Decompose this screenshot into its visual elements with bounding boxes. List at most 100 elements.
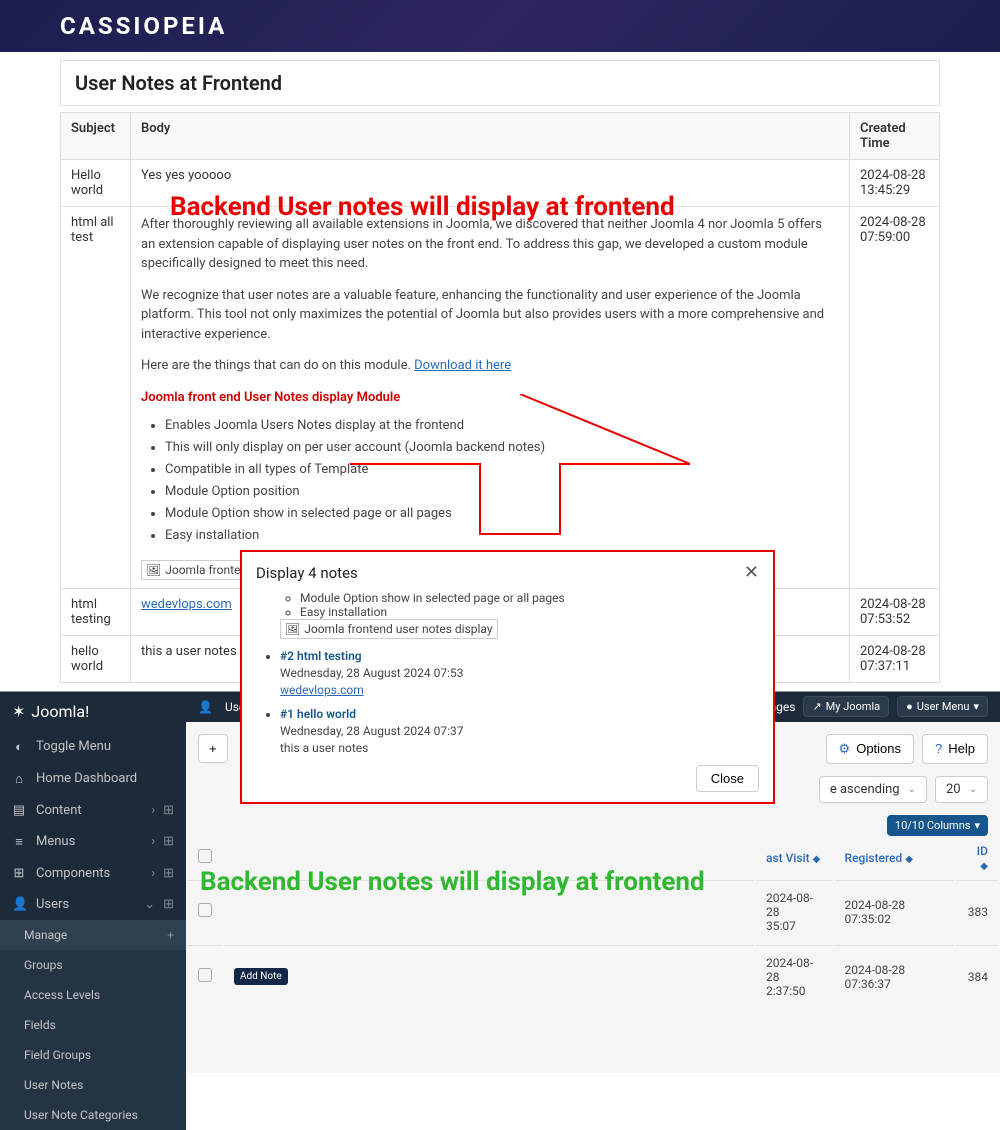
cell-subject: hello world: [61, 635, 131, 682]
chevron-down-icon: ⌄: [144, 897, 155, 912]
body-para: After thoroughly reviewing all available…: [141, 215, 839, 274]
sidebar-sub-field-groups[interactable]: Field Groups: [0, 1040, 186, 1070]
table-row: 2024-08-2835:07 2024-08-28 07:35:02 383: [188, 880, 998, 943]
list-item: Enables Joomla Users Notes display at th…: [165, 415, 839, 437]
add-note-button[interactable]: Add Note: [234, 968, 288, 985]
menus-icon: ≡: [12, 834, 26, 850]
chevron-down-icon: ▾: [973, 700, 979, 713]
sidebar-item-users[interactable]: 👤Users⌄⊞: [0, 889, 186, 920]
close-button[interactable]: Close: [696, 765, 759, 792]
col-last-visit[interactable]: ast Visit ◆: [756, 838, 833, 878]
chevron-right-icon: ›: [151, 803, 155, 818]
per-page-select[interactable]: 20⌄: [935, 776, 988, 803]
cell-last-visit: 2024-08-282:37:50: [756, 945, 833, 1008]
sidebar-sub-access-levels[interactable]: Access Levels: [0, 980, 186, 1010]
row-checkbox[interactable]: [198, 903, 212, 917]
download-link[interactable]: Download it here: [414, 358, 511, 373]
cell-created: 2024-08-28 13:45:29: [850, 160, 940, 207]
select-all-checkbox[interactable]: [198, 849, 212, 863]
note-text: this a user notes: [280, 741, 751, 755]
table-row: Hello world Yes yes yooooo 2024-08-28 13…: [61, 160, 940, 207]
cell-subject: html testing: [61, 588, 131, 635]
cell-subject: html all test: [61, 207, 131, 589]
grid-icon: ⊞: [163, 897, 174, 912]
list-item: Easy installation: [300, 605, 751, 619]
note-link[interactable]: wedevlops.com: [280, 683, 364, 697]
col-created: Created Time: [850, 113, 940, 160]
chevron-right-icon: ›: [151, 866, 155, 881]
cell-created: 2024-08-28 07:59:00: [850, 207, 940, 589]
note-date: Wednesday, 28 August 2024 07:53: [280, 666, 751, 680]
cell-registered: 2024-08-28 07:35:02: [835, 880, 955, 943]
cell-created: 2024-08-28 07:37:11: [850, 635, 940, 682]
grid-icon: ⊞: [163, 866, 174, 881]
list-item: This will only display on per user accou…: [165, 437, 839, 459]
page-title: User Notes at Frontend: [75, 71, 925, 95]
sidebar-item-components[interactable]: ⊞Components›⊞: [0, 858, 186, 889]
my-joomla-button[interactable]: ↗My Joomla: [803, 696, 889, 717]
sort-icon: ◆: [813, 854, 821, 865]
note-title: #1 hello world: [280, 707, 751, 721]
col-registered[interactable]: Registered ◆: [835, 838, 955, 878]
sidebar-sub-user-note-categories[interactable]: User Note Categories: [0, 1100, 186, 1130]
modal-header: Display 4 notes ✕: [256, 562, 759, 583]
help-button[interactable]: ?Help: [922, 734, 988, 764]
body-link[interactable]: wedevlops.com: [141, 597, 232, 612]
users-icon: 👤: [12, 897, 26, 912]
components-icon: ⊞: [12, 866, 26, 881]
cell-registered: 2024-08-28 07:36:37: [835, 945, 955, 1008]
sort-icon: ◆: [905, 854, 913, 865]
joomla-logo: ✶Joomla!: [0, 692, 186, 731]
table-row: Add Note 2024-08-282:37:50 2024-08-28 07…: [188, 945, 998, 1008]
cell-body: After thoroughly reviewing all available…: [131, 207, 850, 589]
sidebar-sub-fields[interactable]: Fields: [0, 1010, 186, 1040]
note-date: Wednesday, 28 August 2024 07:37: [280, 724, 751, 738]
sort-select[interactable]: e ascending⌄: [819, 776, 927, 803]
admin-sidebar: ✶Joomla! ◐Toggle Menu ⌂Home Dashboard ▤C…: [0, 692, 186, 1073]
body-para: Here are the things that can do on this …: [141, 356, 839, 376]
toggle-icon: ◐: [12, 739, 26, 755]
users-table: ast Visit ◆ Registered ◆ ID ◆ 2024-08-28…: [186, 836, 1000, 1010]
sidebar-sub-user-notes[interactable]: User Notes: [0, 1070, 186, 1100]
modal-body: Module Option show in selected page or a…: [256, 591, 759, 755]
col-id[interactable]: ID ◆: [956, 838, 998, 878]
page-title-box: User Notes at Frontend: [60, 60, 940, 106]
chevron-right-icon: ›: [151, 834, 155, 849]
list-item: Module Option show in selected page or a…: [165, 503, 839, 525]
modal-note-item: #1 hello world Wednesday, 28 August 2024…: [280, 707, 751, 755]
sort-icon: ◆: [980, 861, 988, 872]
note-title: #2 html testing: [280, 649, 751, 663]
avatar-icon: ●: [906, 700, 913, 713]
sidebar-item-content[interactable]: ▤Content›⊞: [0, 795, 186, 826]
row-checkbox[interactable]: [198, 968, 212, 982]
table-row: html all test After thoroughly reviewing…: [61, 207, 940, 589]
chevron-down-icon: ⌄: [969, 784, 977, 795]
options-button[interactable]: ⚙Options: [826, 734, 914, 764]
cell-body: Yes yes yooooo: [131, 160, 850, 207]
frontend-header: CASSIOPEIA: [0, 0, 1000, 52]
cell-created: 2024-08-28 07:53:52: [850, 588, 940, 635]
site-logo: CASSIOPEIA: [60, 12, 940, 40]
grid-icon: ⊞: [163, 803, 174, 818]
cell-subject: Hello world: [61, 160, 131, 207]
close-icon[interactable]: ✕: [744, 562, 759, 583]
body-heading: Joomla front end User Notes display Modu…: [141, 388, 839, 408]
modal-note-item: #2 html testing Wednesday, 28 August 202…: [280, 649, 751, 697]
cell-last-visit: 2024-08-2835:07: [756, 880, 833, 943]
sidebar-sub-groups[interactable]: Groups: [0, 950, 186, 980]
plus-icon[interactable]: +: [167, 928, 174, 942]
columns-button[interactable]: 10/10 Columns▾: [887, 815, 988, 836]
col-subject: Subject: [61, 113, 131, 160]
sidebar-sub-manage[interactable]: Manage+: [0, 920, 186, 950]
sidebar-item-menus[interactable]: ≡Menus›⊞: [0, 826, 186, 858]
sidebar-item-home[interactable]: ⌂Home Dashboard: [0, 763, 186, 795]
new-button[interactable]: +: [198, 734, 228, 763]
list-item: Easy installation: [165, 525, 839, 547]
home-icon: ⌂: [12, 771, 26, 787]
user-menu-button[interactable]: ●User Menu▾: [897, 696, 988, 717]
body-para: We recognize that user notes are a valua…: [141, 286, 839, 345]
toggle-menu-button[interactable]: ◐Toggle Menu: [0, 731, 186, 763]
notes-modal: Display 4 notes ✕ Module Option show in …: [240, 550, 775, 804]
sidebar-submenu: Manage+ Groups Access Levels Fields Fiel…: [0, 920, 186, 1130]
broken-image-icon: Joomla frontend user notes display: [280, 619, 498, 639]
